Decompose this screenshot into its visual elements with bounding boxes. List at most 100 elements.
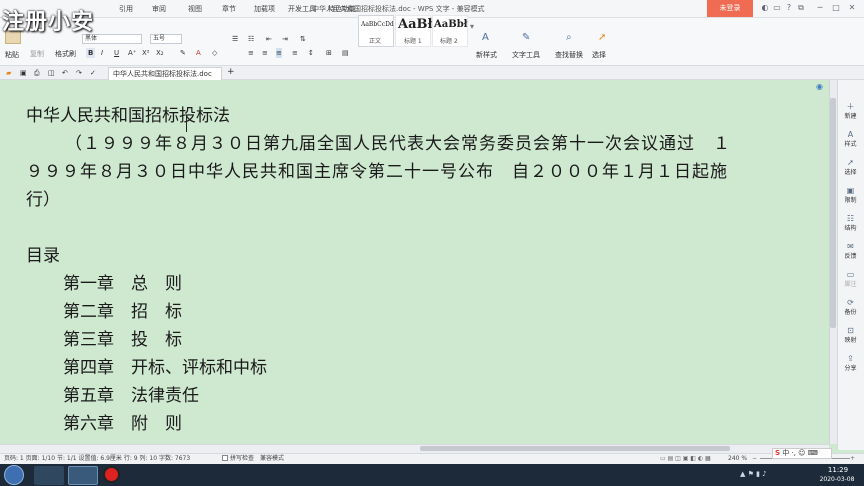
sort-icon[interactable]: ⇅ — [300, 34, 306, 44]
menu-view[interactable]: 视图 — [185, 3, 205, 16]
tray-icons[interactable]: ▲ ⚑ ▮ ♪ — [740, 470, 767, 478]
menu-reference[interactable]: 引用 — [116, 3, 136, 16]
text-tool-button[interactable]: 文字工具 — [512, 50, 540, 60]
open-file-icon[interactable]: ▰ — [6, 68, 11, 78]
panel-feedback[interactable]: ✉ 反馈 — [837, 242, 864, 260]
select-button[interactable]: 选择 — [592, 50, 606, 60]
style-normal[interactable]: AaBbCcDd 正文 — [358, 15, 394, 47]
spell-check-checkbox[interactable] — [222, 455, 228, 461]
undo-icon[interactable]: ↶ — [62, 68, 68, 78]
panel-style[interactable]: A 样式 — [837, 130, 864, 148]
lock-icon: ▣ — [846, 186, 855, 195]
format-brush-button[interactable]: 格式刷 — [55, 49, 76, 59]
tab-document[interactable]: 中华人民共和国招标投标法.doc — [108, 67, 222, 80]
footnote-icon: ▭ — [846, 270, 855, 279]
find-replace-icon[interactable]: ⌕ — [566, 33, 572, 43]
font-size-up-icon[interactable]: A⁺ — [128, 48, 136, 58]
panel-new[interactable]: ＋新建 — [837, 102, 864, 120]
zoom-in-icon[interactable]: + — [850, 454, 855, 464]
toc-heading: 目录 — [26, 246, 60, 266]
taskbar-recorder-icon[interactable] — [103, 466, 120, 483]
toc-chapter-4: 第四章 开标、评标和中标 — [63, 358, 267, 378]
bullet-list-icon[interactable]: ☰ — [232, 34, 238, 44]
login-button[interactable]: 未登录 — [707, 0, 753, 17]
numbered-list-icon[interactable]: ☷ — [248, 34, 254, 44]
copy-button[interactable]: 复制 — [30, 49, 44, 59]
new-style-button[interactable]: 新样式 — [476, 50, 497, 60]
style-normal-label: 正文 — [369, 38, 382, 45]
status-info: 页码: 1 页面: 1/10 节: 1/1 设置值: 6.9厘米 行: 9 列:… — [4, 455, 191, 462]
vertical-scroll-thumb[interactable] — [830, 98, 836, 328]
map-icon: ⊡ — [847, 326, 854, 335]
styles-more-icon[interactable]: ▾ — [470, 22, 474, 31]
preview-icon[interactable]: ◫ — [48, 68, 55, 78]
minimize-icon[interactable]: ─ — [815, 3, 825, 13]
document-title: 中华人民共和国招标投标法.doc - WPS 文字 - 兼容模式 — [312, 5, 485, 13]
taskbar-wps-icon[interactable] — [68, 466, 98, 485]
panel-share[interactable]: ⇪ 分享 — [837, 354, 864, 372]
text-tool-icon[interactable]: ✎ — [522, 33, 530, 43]
restore-icon[interactable]: ⧉ — [796, 3, 806, 13]
horizontal-scroll-thumb[interactable] — [420, 446, 730, 451]
doc-preamble-line-2: ９９９年８月３０日中华人民共和国主席令第二十一号公布 自２０００年１月１日起施 — [26, 162, 728, 182]
menu-review[interactable]: 审阅 — [149, 3, 169, 16]
start-button-icon[interactable] — [4, 465, 24, 485]
menu-chapter[interactable]: 章节 — [219, 3, 239, 16]
customize-icon[interactable]: ✓ — [90, 68, 96, 78]
save-icon[interactable]: ▣ — [20, 68, 27, 78]
taskbar-explorer-icon[interactable] — [34, 466, 64, 485]
panel-footnote[interactable]: ▭ 脚注 — [837, 270, 864, 288]
border-icon[interactable]: ⊞ — [326, 48, 332, 58]
zoom-out-icon[interactable]: − — [752, 454, 757, 464]
align-left-icon[interactable]: ≡ — [248, 48, 254, 58]
align-right-icon[interactable]: ≡ — [292, 48, 298, 58]
style-heading-1-preview: AaBł — [398, 17, 433, 32]
redo-icon[interactable]: ↷ — [76, 68, 82, 78]
style-heading-2[interactable]: AaBbł 标题 2 — [432, 15, 468, 47]
panel-structure[interactable]: ☷ 结构 — [837, 214, 864, 232]
skin-icon[interactable]: ◐ — [760, 3, 770, 13]
outdent-icon[interactable]: ⇥ — [282, 34, 288, 44]
ime-toolbar[interactable]: S 中 ·, ☺ ⌨ — [772, 448, 832, 459]
panel-restrict[interactable]: ▣ 限制 — [837, 186, 864, 204]
style-heading-1[interactable]: AaBł 标题 1 — [395, 15, 433, 47]
share-panel-icon: ⇪ — [847, 354, 854, 363]
select-cursor-icon[interactable]: ➚ — [598, 33, 606, 43]
maximize-icon[interactable]: □ — [831, 3, 841, 13]
doc-preamble-line-1: （１９９９年８月３０日第九届全国人民代表大会常务委员会第十一次会议通过 １ — [65, 134, 731, 154]
location-pin-icon[interactable]: ◉ — [816, 82, 823, 91]
italic-button[interactable]: I — [101, 48, 103, 58]
panel-map[interactable]: ⊡ 映射 — [837, 326, 864, 344]
new-style-icon[interactable]: A — [482, 33, 489, 43]
subscript-icon[interactable]: X₂ — [156, 48, 164, 58]
close-icon[interactable]: ✕ — [847, 3, 857, 13]
menu-addins[interactable]: 加载项 — [251, 3, 278, 16]
underline-button[interactable]: U — [114, 48, 119, 58]
share-icon[interactable]: ▭ — [772, 3, 782, 13]
style-icon: A — [847, 130, 854, 139]
clear-format-icon[interactable]: ◇ — [212, 48, 217, 58]
zoom-level[interactable]: 240 % — [728, 454, 747, 464]
font-color-icon[interactable]: A — [196, 48, 201, 58]
panel-backup[interactable]: ⟳ 备份 — [837, 298, 864, 316]
align-justify-icon[interactable]: ≡ — [276, 48, 282, 58]
view-mode-icons[interactable]: ▭ ▤ ◫ ▣ ◧ ◐ ▦ — [660, 454, 711, 464]
print-icon[interactable]: ⎙ — [34, 68, 40, 78]
align-center-icon[interactable]: ≡ — [262, 48, 268, 58]
spell-check-label[interactable]: 拼写检查 — [230, 454, 254, 464]
indent-icon[interactable]: ⇤ — [266, 34, 272, 44]
superscript-icon[interactable]: X² — [142, 48, 150, 58]
font-size-select[interactable]: 五号 — [150, 34, 182, 44]
highlight-icon[interactable]: ✎ — [180, 48, 186, 58]
style-heading-2-preview: AaBbł — [434, 19, 468, 30]
line-spacing-icon[interactable]: ↕ — [308, 48, 314, 58]
doc-preamble-line-3: 行） — [26, 190, 60, 210]
panel-select[interactable]: ➚ 选择 — [837, 158, 864, 176]
shading-icon[interactable]: ▤ — [342, 48, 349, 58]
help-icon[interactable]: ? — [784, 3, 794, 13]
find-replace-button[interactable]: 查找替换 — [555, 50, 583, 60]
paste-button[interactable]: 粘贴 — [5, 50, 19, 60]
clock-date: 2020-03-08 — [819, 476, 855, 483]
add-tab-button[interactable]: + — [227, 67, 235, 77]
bold-button[interactable]: B — [86, 48, 96, 58]
